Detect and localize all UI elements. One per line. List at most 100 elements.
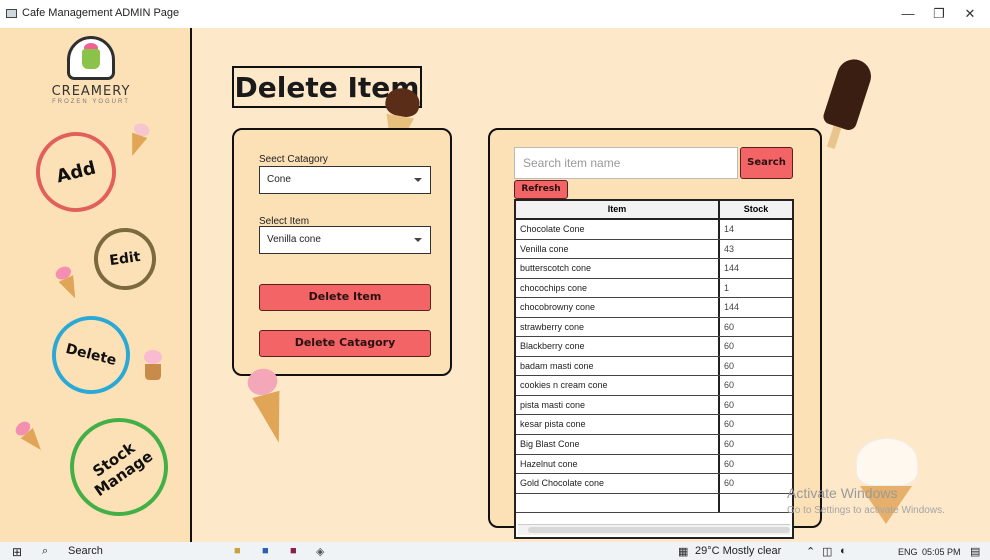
stock-cell: 144 xyxy=(724,263,740,274)
stock-cell: 60 xyxy=(724,341,735,352)
category-label: Seect Catagory xyxy=(259,154,328,165)
taskbar-search[interactable]: Search xyxy=(68,545,103,557)
item-cell: chocobrowny cone xyxy=(516,298,720,317)
strawberry-cone-icon xyxy=(244,365,294,447)
chocolate-popsicle-icon xyxy=(815,54,876,153)
item-select-value: Venilla cone xyxy=(267,234,321,245)
item-select[interactable]: Venilla cone xyxy=(259,226,431,254)
sidebar: CREAMERY FROZEN YOGURT Add Edit Delete S… xyxy=(0,28,190,542)
table-row[interactable]: kesar pista cone 60 xyxy=(516,415,792,436)
table-row-empty xyxy=(516,493,792,514)
activate-windows-subtitle: Go to Settings to activate Windows. xyxy=(787,505,945,516)
logo-badge-icon xyxy=(67,36,115,80)
stock-cell: 60 xyxy=(724,360,735,371)
item-cell: chocochips cone xyxy=(516,278,720,298)
table-row[interactable]: strawberry cone 60 xyxy=(516,317,792,338)
tray-chevron-icon[interactable]: ⌃ xyxy=(806,545,815,558)
table-row[interactable]: badam masti cone 60 xyxy=(516,356,792,377)
delete-form-panel: Seect Catagory Cone Select Item Venilla … xyxy=(232,128,452,376)
table-row[interactable]: chocochips cone 1 xyxy=(516,278,792,299)
windows-start-icon[interactable]: ⊞ xyxy=(12,545,22,559)
table-header: Item Stock xyxy=(516,201,792,220)
delete-item-button[interactable]: Delete Item xyxy=(259,284,431,311)
stock-cell: 43 xyxy=(724,243,735,254)
category-select[interactable]: Cone xyxy=(259,166,431,194)
app-icon xyxy=(6,9,17,18)
logo-name: CREAMERY xyxy=(51,84,131,99)
table-row[interactable]: Blackberry cone 60 xyxy=(516,337,792,357)
stock-cell: 60 xyxy=(724,399,735,410)
chevron-down-icon xyxy=(414,238,422,242)
stock-cell: 60 xyxy=(724,380,735,391)
table-row[interactable]: butterscotch cone 144 xyxy=(516,259,792,279)
item-cell: pista masti cone xyxy=(516,395,720,415)
ice-cream-cone-icon xyxy=(12,418,48,456)
window-title: Cafe Management ADMIN Page xyxy=(22,7,180,19)
stock-cell: 14 xyxy=(724,224,735,234)
edit-button[interactable]: Edit xyxy=(89,223,161,295)
column-header-stock: Stock xyxy=(743,204,769,214)
language-indicator[interactable]: ENG xyxy=(898,547,918,557)
table-row[interactable]: chocobrowny cone 144 xyxy=(516,298,792,318)
delete-button-label: Delete xyxy=(64,340,118,370)
notifications-icon[interactable]: ▤ xyxy=(970,545,980,558)
table-row[interactable]: Hazelnut cone 60 xyxy=(516,454,792,475)
item-cell: strawberry cone xyxy=(516,317,720,337)
table-row[interactable]: cookies n cream cone 60 xyxy=(516,376,792,396)
column-header-item: Item xyxy=(516,201,720,218)
table-body: Chocolate Cone 14 Venilla cone 43 butterscot… xyxy=(516,220,792,514)
ice-cream-cone-icon xyxy=(124,121,152,159)
app-icon-taskbar[interactable]: ■ xyxy=(290,545,297,557)
category-select-value: Cone xyxy=(267,174,291,185)
horizontal-scrollbar[interactable] xyxy=(518,524,790,535)
table-row[interactable]: Big Blast Cone 60 xyxy=(516,435,792,455)
creamery-logo: CREAMERY FROZEN YOGURT xyxy=(50,36,132,120)
chevron-down-icon xyxy=(414,178,422,182)
stock-cell: 60 xyxy=(724,478,735,489)
search-icon: ⌕ xyxy=(42,545,49,557)
weather-icon: ▦ xyxy=(678,546,689,558)
weather-text[interactable]: 29°C Mostly clear xyxy=(695,545,781,557)
stock-manage-button[interactable]: Stock Manage xyxy=(50,398,188,536)
delete-button[interactable]: Delete xyxy=(43,307,139,403)
table-row[interactable]: Gold Chocolate cone 60 xyxy=(516,474,792,494)
window-titlebar: Cafe Management ADMIN Page — ❐ ✕ xyxy=(0,0,990,28)
search-button[interactable]: Search xyxy=(740,147,793,179)
stock-cell: 60 xyxy=(724,439,735,450)
minimize-button[interactable]: — xyxy=(893,4,923,24)
restore-button[interactable]: ❐ xyxy=(924,4,954,24)
add-button[interactable]: Add xyxy=(27,123,125,221)
paint-icon[interactable]: ◈ xyxy=(316,545,324,558)
stock-cell: 60 xyxy=(724,321,735,332)
file-explorer-icon[interactable]: ■ xyxy=(234,545,241,557)
item-cell: kesar pista cone xyxy=(516,415,720,435)
item-cell: Hazelnut cone xyxy=(516,454,720,474)
item-cell: Venilla cone xyxy=(516,239,720,259)
main-content: Delete Item Seect Catagory Cone Select I… xyxy=(192,28,990,542)
stock-cell: 144 xyxy=(724,302,740,313)
volume-icon[interactable]: ◐ xyxy=(840,545,847,557)
clock[interactable]: 05:05 PM xyxy=(922,547,961,557)
stock-cell: 1 xyxy=(724,282,730,293)
add-button-label: Add xyxy=(54,157,98,187)
word-icon[interactable]: ■ xyxy=(262,545,269,557)
table-row[interactable]: Venilla cone 43 xyxy=(516,239,792,260)
stock-table: Item Stock Chocolate Cone 14 Venilla cone 4… xyxy=(514,199,794,539)
ice-cream-cone-icon xyxy=(53,264,83,302)
item-cell: butterscotch cone xyxy=(516,259,720,278)
logo-tagline: FROZEN YOGURT xyxy=(52,99,130,105)
activate-windows-title: Activate Windows xyxy=(787,485,898,501)
item-cell: badam masti cone xyxy=(516,356,720,376)
item-cell: cookies n cream cone xyxy=(516,376,720,395)
table-row[interactable]: Chocolate Cone 14 xyxy=(516,220,792,240)
refresh-button[interactable]: Refresh xyxy=(514,180,568,199)
item-cell: Gold Chocolate cone xyxy=(516,474,720,493)
table-row[interactable]: pista masti cone 60 xyxy=(516,395,792,416)
item-cell: Big Blast Cone xyxy=(516,435,720,454)
item-cell: Chocolate Cone xyxy=(516,220,720,239)
close-button[interactable]: ✕ xyxy=(955,4,985,24)
stock-cell: 60 xyxy=(724,419,735,430)
delete-category-button[interactable]: Delete Catagory xyxy=(259,330,431,357)
network-icon[interactable]: ◫ xyxy=(822,545,832,558)
search-input[interactable]: Search item name xyxy=(514,147,738,179)
